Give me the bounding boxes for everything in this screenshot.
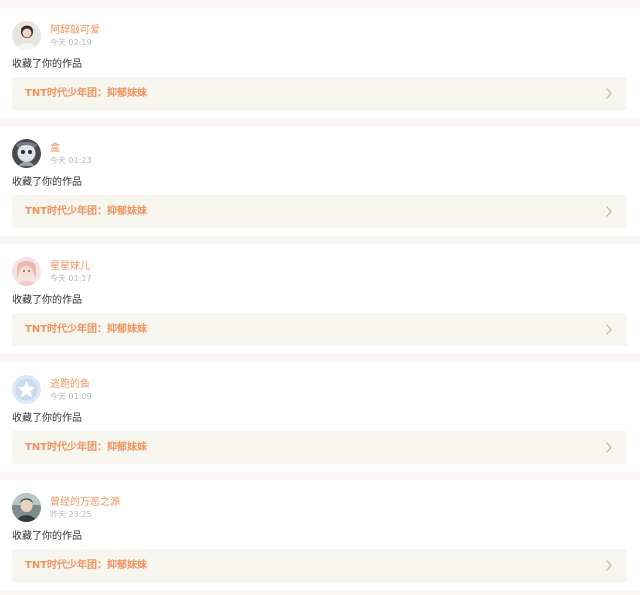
work-title: TNT时代少年团：抑郁妹妹 [25,324,148,335]
work-link[interactable]: TNT时代少年团：抑郁妹妹 [12,431,627,464]
work-link[interactable]: TNT时代少年团：抑郁妹妹 [12,549,627,582]
work-link[interactable]: TNT时代少年团：抑郁妹妹 [12,313,627,346]
notification-card: 星星妹儿 今天 01:17 收藏了你的作品 TNT时代少年团：抑郁妹妹 [0,244,640,354]
user-photo-icon [12,257,41,286]
action-text: 收藏了你的作品 [12,295,82,306]
avatar[interactable] [12,21,41,50]
timestamp: 今天 01:23 [50,156,92,165]
notification-card: 盒 今天 01:23 收藏了你的作品 TNT时代少年团：抑郁妹妹 [0,126,640,236]
chevron-right-icon [606,560,612,571]
action-text: 收藏了你的作品 [12,59,82,70]
avatar[interactable] [12,493,41,522]
action-text: 收藏了你的作品 [12,177,82,188]
username[interactable]: 曾经的万恶之源 [50,497,120,509]
notification-card: 曾经的万恶之源 昨天 23:25 收藏了你的作品 TNT时代少年团：抑郁妹妹 [0,480,640,590]
action-text: 收藏了你的作品 [12,531,82,542]
chevron-right-icon [606,324,612,335]
timestamp: 昨天 23:25 [50,510,92,519]
user-photo-icon [12,139,41,168]
star-icon [12,375,41,404]
username[interactable]: 盒 [50,143,60,155]
avatar[interactable] [12,139,41,168]
work-link[interactable]: TNT时代少年团：抑郁妹妹 [12,195,627,228]
avatar[interactable] [12,257,41,286]
avatar[interactable] [12,375,41,404]
chevron-right-icon [606,442,612,453]
timestamp: 今天 01:09 [50,392,92,401]
username[interactable]: 阿辞敲可爱 [50,25,100,37]
notification-feed: 阿辞敲可爱 今天 02:19 收藏了你的作品 TNT时代少年团：抑郁妹妹 盒 今… [0,0,640,595]
username[interactable]: 逃跑的鱼 [50,379,90,391]
notification-card: 阿辞敲可爱 今天 02:19 收藏了你的作品 TNT时代少年团：抑郁妹妹 [0,8,640,118]
timestamp: 今天 01:17 [50,274,92,283]
work-title: TNT时代少年团：抑郁妹妹 [25,88,148,99]
work-title: TNT时代少年团：抑郁妹妹 [25,442,148,453]
username[interactable]: 星星妹儿 [50,261,90,273]
work-link[interactable]: TNT时代少年团：抑郁妹妹 [12,77,627,110]
timestamp: 今天 02:19 [50,38,92,47]
notification-card: 逃跑的鱼 今天 01:09 收藏了你的作品 TNT时代少年团：抑郁妹妹 [0,362,640,472]
action-text: 收藏了你的作品 [12,413,82,424]
work-title: TNT时代少年团：抑郁妹妹 [25,206,148,217]
chevron-right-icon [606,206,612,217]
user-photo-icon [12,21,41,50]
work-title: TNT时代少年团：抑郁妹妹 [25,560,148,571]
user-photo-icon [12,493,41,522]
chevron-right-icon [606,88,612,99]
